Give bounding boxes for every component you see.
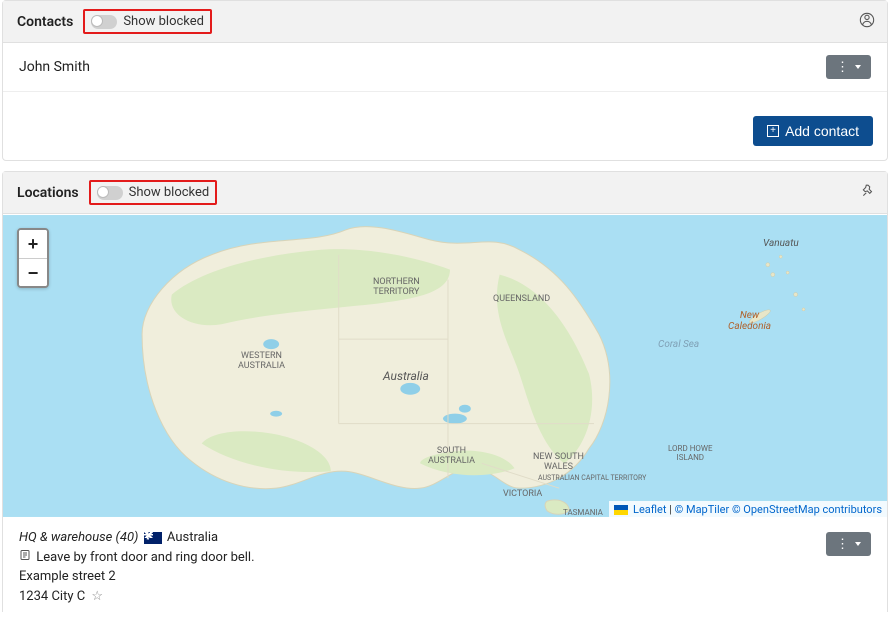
map[interactable]: Australia WESTERN AUSTRALIA NORTHERN TER… [3,214,887,518]
location-street: Example street 2 [19,567,826,587]
location-note: Leave by front door and ring door bell. [36,550,254,565]
toggle-thumb [91,15,103,27]
leaflet-link[interactable]: Leaflet [633,503,666,516]
contact-name: John Smith [19,59,826,75]
toggle-track[interactable] [91,15,117,29]
osm-link[interactable]: © OpenStreetMap contributors [732,503,882,516]
map-render [3,214,887,518]
contacts-header: Contacts Show blocked [3,1,887,43]
contacts-toggle-label: Show blocked [123,14,204,29]
add-contact-button[interactable]: + Add contact [753,116,873,146]
contacts-title: Contacts [17,14,73,30]
kebab-icon: ⋮ [836,536,849,552]
pin-icon[interactable] [861,184,875,202]
kebab-icon: ⋮ [836,59,849,75]
favorite-star-icon[interactable]: ☆ [91,587,103,607]
location-title: HQ & warehouse (40) [19,530,138,545]
location-country: Australia [167,530,218,545]
zoom-in-button[interactable]: + [19,230,47,258]
locations-header: Locations Show blocked [3,172,887,214]
locations-title: Locations [17,185,79,201]
locations-panel: Locations Show blocked [2,171,888,612]
locations-show-blocked-toggle[interactable]: Show blocked [89,180,218,205]
locations-toggle-label: Show blocked [129,185,210,200]
contacts-footer: + Add contact [3,92,887,160]
plus-icon: + [767,125,779,137]
zoom-controls: + − [17,228,49,288]
maptiler-link[interactable]: © MapTiler [675,503,730,516]
australia-flag-icon [144,532,162,544]
location-actions-button[interactable]: ⋮ [826,532,871,556]
contact-row: John Smith ⋮ [3,43,887,92]
location-city-line: 1234 City C ☆ [19,587,826,607]
map-attribution: Leaflet | © MapTiler © OpenStreetMap con… [609,501,887,518]
location-row: HQ & warehouse (40) Australia Leave by f… [3,518,887,612]
contact-actions-button[interactable]: ⋮ [826,55,871,79]
note-icon [19,548,31,568]
zoom-out-button[interactable]: − [19,258,47,286]
contacts-show-blocked-toggle[interactable]: Show blocked [83,9,212,34]
toggle-thumb [97,186,109,198]
add-contact-label: Add contact [785,123,859,139]
toggle-track[interactable] [97,186,123,200]
location-city: 1234 City C [19,589,85,604]
location-note-line: Leave by front door and ring door bell. [19,548,826,568]
location-title-line: HQ & warehouse (40) Australia [19,528,826,548]
location-info: HQ & warehouse (40) Australia Leave by f… [19,528,826,606]
contacts-panel: Contacts Show blocked John Smith ⋮ + Add… [2,0,888,161]
caret-down-icon [855,542,861,546]
profile-icon[interactable] [859,12,875,32]
ukraine-flag-icon [614,505,628,515]
caret-down-icon [855,65,861,69]
